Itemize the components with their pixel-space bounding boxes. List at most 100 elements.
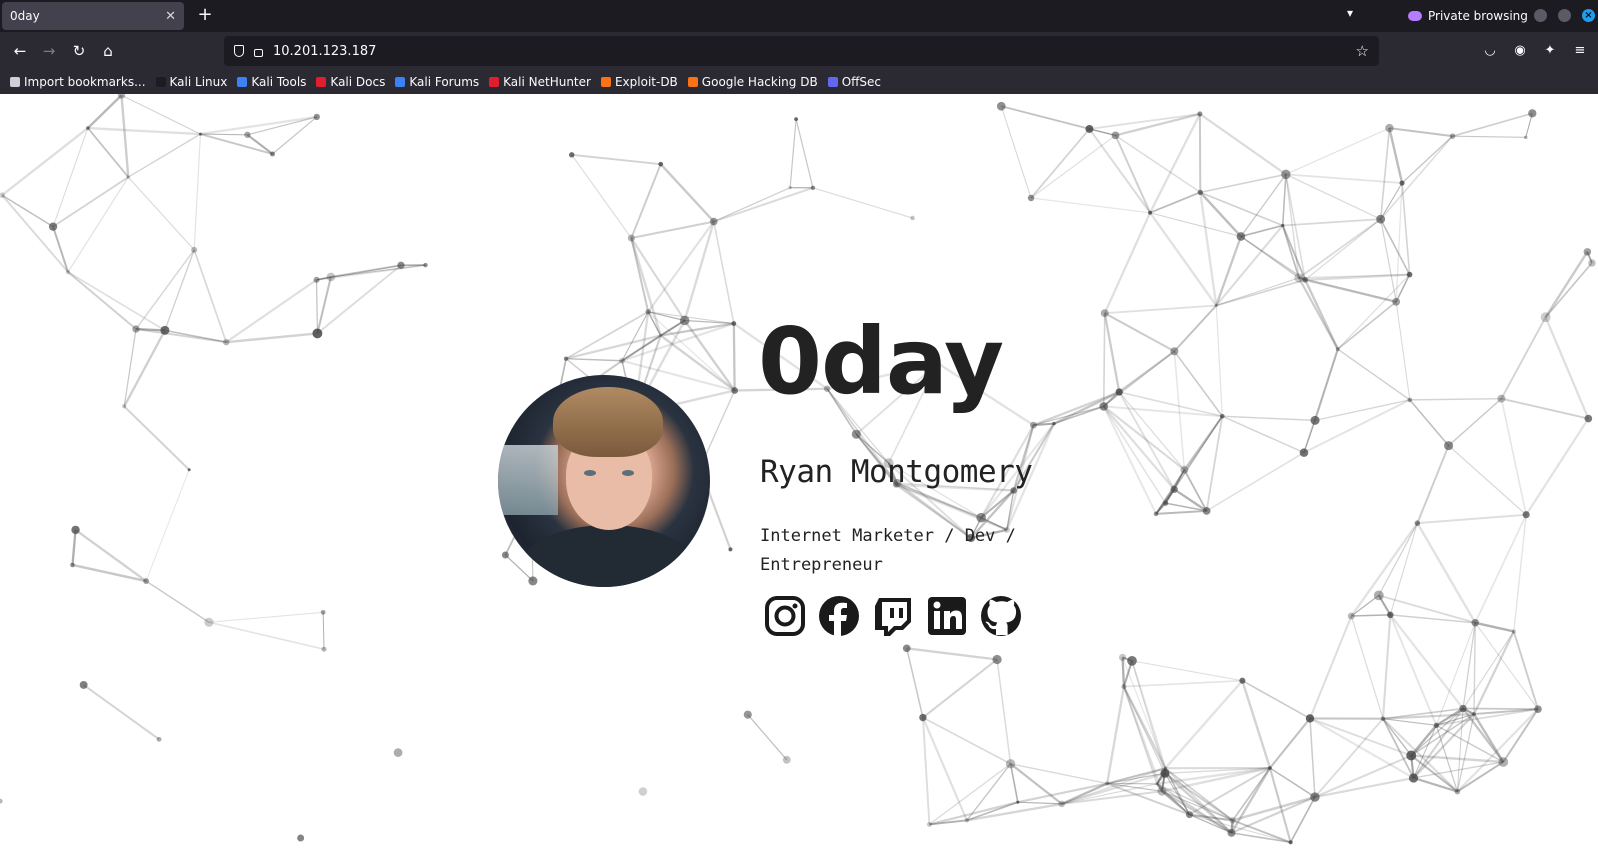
network-edge <box>1123 679 1243 688</box>
back-icon[interactable]: ← <box>8 40 32 62</box>
close-tab-icon[interactable]: ✕ <box>165 9 176 24</box>
facebook-icon[interactable] <box>817 594 861 638</box>
network-edge <box>87 94 123 129</box>
network-edge <box>1216 279 1306 307</box>
network-node <box>1407 397 1413 403</box>
network-node <box>1528 109 1537 118</box>
url-text[interactable]: 10.201.123.187 <box>273 44 1346 59</box>
bookmark-label: Kali Linux <box>169 75 228 89</box>
bookmark-item[interactable]: Kali Docs <box>316 75 385 89</box>
network-node <box>1115 388 1123 396</box>
network-edge <box>1382 718 1437 726</box>
bookmark-item[interactable]: Exploit-DB <box>600 75 678 89</box>
network-edge <box>1416 445 1450 524</box>
new-tab-button[interactable]: + <box>193 4 217 28</box>
bookmark-item[interactable]: Kali NetHunter <box>489 75 591 89</box>
network-edge <box>1221 415 1305 454</box>
twitch-icon[interactable] <box>871 594 915 638</box>
network-edge <box>1215 236 1242 306</box>
network-node <box>1511 629 1516 634</box>
network-edge <box>226 332 318 344</box>
bookmark-star-icon[interactable]: ☆ <box>1356 42 1369 60</box>
tracking-shield-icon[interactable] <box>234 45 244 57</box>
network-node <box>743 710 752 719</box>
network-edge <box>1161 766 1271 793</box>
network-node <box>1281 169 1291 180</box>
network-node <box>132 325 140 333</box>
url-bar[interactable]: 10.201.123.187 ☆ <box>224 36 1379 66</box>
network-edge <box>1010 763 1108 785</box>
network-edge <box>566 357 623 362</box>
network-node <box>1414 520 1421 526</box>
network-edge <box>1030 197 1151 214</box>
private-browsing-indicator: Private browsing <box>1408 6 1528 26</box>
bookmark-item[interactable]: Kali Forums <box>395 75 479 89</box>
network-node <box>0 798 3 804</box>
network-edge <box>1164 679 1244 770</box>
tab-0day[interactable]: 0day ✕ <box>2 2 184 30</box>
network-edge <box>1206 451 1305 512</box>
network-edge <box>1462 622 1476 709</box>
bookmark-item[interactable]: Google Hacking DB <box>687 75 818 89</box>
github-icon[interactable] <box>979 594 1023 638</box>
network-edge <box>1281 174 1287 226</box>
network-edge <box>1350 522 1419 617</box>
network-node <box>1027 194 1035 202</box>
network-node <box>851 429 861 439</box>
network-edge <box>1395 301 1411 400</box>
account-icon[interactable]: ◉ <box>1510 41 1530 61</box>
private-mask-icon <box>1408 11 1422 21</box>
menu-icon[interactable]: ≡ <box>1570 41 1590 61</box>
network-edge <box>1379 128 1391 220</box>
bookmark-item[interactable]: Kali Linux <box>155 75 228 89</box>
pocket-icon[interactable]: ◡ <box>1480 41 1500 61</box>
network-node <box>397 261 405 269</box>
network-edge <box>67 176 129 273</box>
network-node <box>313 276 320 283</box>
network-edge <box>1337 274 1410 350</box>
bookmark-item[interactable]: OffSec <box>827 75 881 89</box>
kali-dragon-icon <box>155 77 166 87</box>
lock-icon[interactable] <box>254 49 263 57</box>
private-browsing-label: Private browsing <box>1428 9 1528 23</box>
bookmark-item[interactable]: Import bookmarks... <box>10 75 146 89</box>
instagram-icon[interactable] <box>763 594 807 638</box>
close-window-button[interactable]: × <box>1582 9 1595 22</box>
network-edge <box>795 118 814 188</box>
network-node <box>312 328 323 339</box>
forward-icon[interactable]: → <box>37 40 61 62</box>
network-edge <box>1448 398 1502 447</box>
maximize-button[interactable] <box>1558 9 1571 22</box>
network-node <box>788 185 792 190</box>
network-edge <box>922 658 998 719</box>
network-edge <box>1149 212 1218 307</box>
network-edge <box>1456 708 1539 793</box>
network-edge <box>571 153 661 166</box>
network-node <box>1497 394 1506 403</box>
home-icon[interactable]: ⌂ <box>96 40 120 62</box>
network-edge <box>1231 796 1316 834</box>
minimize-button[interactable] <box>1534 9 1547 22</box>
network-node <box>964 818 970 823</box>
network-edge <box>647 220 715 313</box>
network-edge <box>565 334 661 360</box>
linkedin-icon[interactable] <box>925 594 969 638</box>
network-edge <box>83 684 160 741</box>
network-node <box>1121 684 1127 690</box>
network-edge <box>208 611 324 623</box>
network-node <box>627 234 635 242</box>
network-node <box>1444 441 1454 451</box>
network-edge <box>1436 708 1539 727</box>
network-node <box>86 126 90 130</box>
bookmark-item[interactable]: Kali Tools <box>237 75 306 89</box>
reload-icon[interactable]: ↻ <box>67 40 91 62</box>
network-edge <box>52 226 69 273</box>
network-edge <box>659 163 715 223</box>
network-node <box>326 272 336 282</box>
bookmark-label: Kali NetHunter <box>503 75 591 89</box>
network-edge <box>1173 304 1217 352</box>
chevron-down-icon[interactable]: ▾ <box>1340 6 1360 26</box>
network-edge <box>1232 819 1291 844</box>
network-node <box>1170 347 1179 356</box>
extensions-icon[interactable]: ✦ <box>1540 41 1560 61</box>
